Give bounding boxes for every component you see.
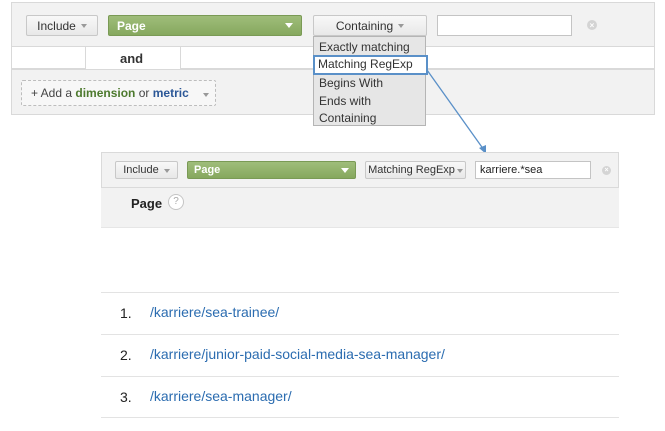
- summary-area: [101, 228, 619, 292]
- row-number: 1.: [120, 305, 132, 321]
- page-link[interactable]: /karriere/junior-paid-social-media-sea-m…: [150, 346, 445, 362]
- bottom-filter-value: karriere.*sea: [480, 164, 543, 176]
- page-link[interactable]: /karriere/sea-trainee/: [150, 304, 279, 320]
- bottom-filter-value-input[interactable]: karriere.*sea: [475, 161, 591, 179]
- bottom-dimension-label: Page: [194, 164, 221, 176]
- bottom-match-type-select[interactable]: Matching RegExp: [365, 161, 466, 179]
- chevron-down-icon: [456, 168, 463, 173]
- bottom-include-select[interactable]: Include: [115, 161, 178, 179]
- table-row: 3. /karriere/sea-manager/: [101, 376, 619, 418]
- bottom-include-label: Include: [123, 164, 159, 176]
- column-header-page[interactable]: Page: [131, 196, 162, 211]
- row-number: 2.: [120, 347, 132, 363]
- bottom-remove-filter-icon[interactable]: ×: [602, 166, 611, 175]
- row-number: 3.: [120, 389, 132, 405]
- chevron-down-icon: [341, 167, 349, 173]
- bottom-dimension-select[interactable]: Page: [187, 161, 356, 179]
- table-row: 2. /karriere/junior-paid-social-media-se…: [101, 334, 619, 376]
- bottom-match-type-label: Matching RegExp: [368, 164, 455, 176]
- chevron-down-icon: [163, 168, 170, 173]
- page-link[interactable]: /karriere/sea-manager/: [150, 388, 292, 404]
- table-row: 1. /karriere/sea-trainee/: [101, 292, 619, 334]
- help-icon[interactable]: ?: [168, 194, 184, 210]
